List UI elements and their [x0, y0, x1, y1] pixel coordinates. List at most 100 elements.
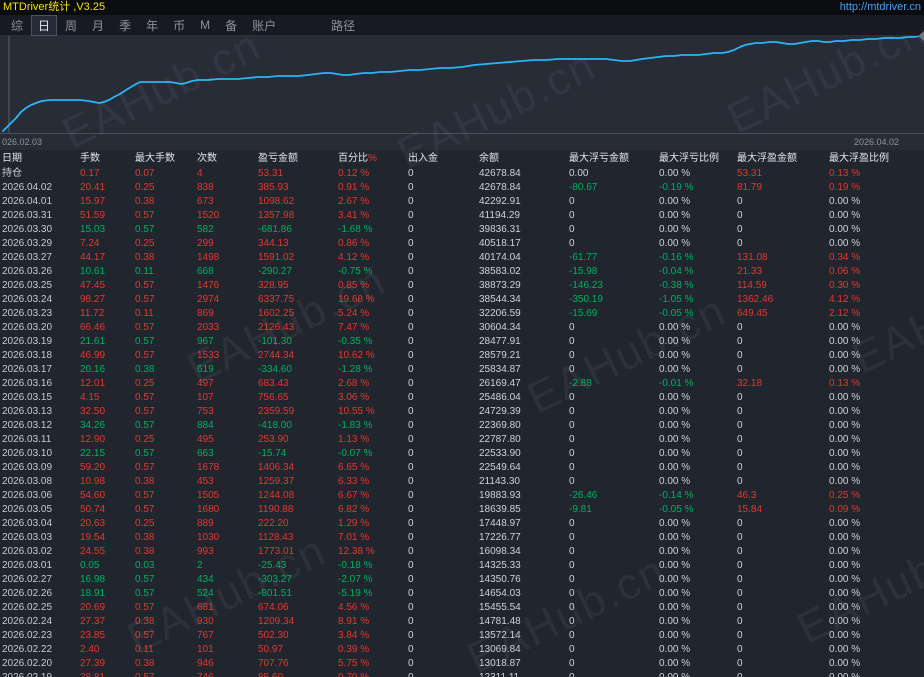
- count-cell: 1680: [197, 504, 220, 515]
- maxLots-cell: 0.57: [133, 671, 195, 677]
- table-row[interactable]: 2026.03.06 54.60 0.57 1505 1244.08 6.67 % 0 198…: [0, 489, 924, 503]
- table-row[interactable]: 2026.03.18 46.99 0.57 1533 2744.34 10.62 % 0 28…: [0, 349, 924, 363]
- pl-cell: 1209.34: [258, 616, 295, 627]
- date-cell: 2026.03.10: [2, 448, 53, 459]
- maxFloatProfitPct-cell: 0.00 %: [829, 420, 861, 431]
- table-row[interactable]: 2026.03.30 15.03 0.57 582 -681.86 -1.68 % 0 398…: [0, 223, 924, 237]
- pl-cell: 2126.43: [258, 322, 295, 333]
- column-header-2: 最大手数: [135, 153, 175, 164]
- maxFloatProfitPct-cell: 0.00 %: [829, 476, 861, 487]
- table-row[interactable]: 2026.02.23 23.85 0.57 767 502.30 3.84 % 0 13572…: [0, 629, 924, 643]
- menu-item-daily[interactable]: 日: [31, 14, 58, 36]
- count-cell: 668: [197, 266, 214, 277]
- maxFloatLossPct-cell: 0.00 %: [659, 616, 691, 627]
- table-row[interactable]: 2026.04.01 15.97 0.38 673 1098.62 2.67 % 0 4229…: [0, 195, 924, 209]
- maxFloatLoss-cell: 0: [569, 560, 575, 571]
- website-link[interactable]: http://mtdriver.cn: [840, 0, 921, 15]
- maxFloatLossPct-cell: 0.00 %: [659, 546, 691, 557]
- maxFloatProfit-cell: 131.08: [737, 252, 768, 263]
- maxFloatProfit-cell: 15.84: [737, 504, 763, 515]
- splitter-arrow-icon[interactable]: [918, 31, 924, 41]
- lots-cell: 21.61: [80, 336, 106, 347]
- menu-item-yearly[interactable]: 年: [139, 15, 165, 36]
- table-row[interactable]: 2026.02.20 27.39 0.38 946 707.76 5.75 % 0 13018…: [0, 657, 924, 671]
- maxFloatProfitPct-cell: 0.34 %: [829, 252, 861, 263]
- maxFloatProfit-cell: 0: [737, 350, 743, 361]
- balance-cell: 14350.76: [479, 574, 521, 585]
- table-row[interactable]: 2026.03.01 0.05 0.03 2 -25.43 -0.18 % 0 14325.3…: [0, 559, 924, 573]
- column-header-6: 出入金: [408, 153, 438, 164]
- table-row[interactable]: 2026.03.24 98.27 0.57 2974 6337.75 19.68 % 0 38…: [0, 293, 924, 307]
- table-row[interactable]: 2026.02.22 2.40 0.11 101 50.97 0.39 % 0 13069.8…: [0, 643, 924, 657]
- table-row[interactable]: 2026.03.20 66.46 0.57 2033 2126.43 7.47 % 0 306…: [0, 321, 924, 335]
- table-row[interactable]: 2026.03.26 10.61 0.11 668 -290.27 -0.75 % 0 385…: [0, 265, 924, 279]
- table-row[interactable]: 2026.02.26 18.91 0.57 524 -801.51 -5.19 % 0 146…: [0, 587, 924, 601]
- maxFloatLoss-cell: -15.69: [569, 308, 598, 319]
- menu-item-monthly[interactable]: 月: [85, 15, 111, 36]
- count-cell: 299: [197, 238, 214, 249]
- date-cell: 2026.03.03: [2, 532, 53, 543]
- maxLots-cell: 0.57: [135, 294, 155, 305]
- count-cell: 889: [197, 518, 214, 529]
- table-row[interactable]: 持仓 0.17 0.07 4 53.31 0.12 % 0 42678.84 0.00 0.00 …: [0, 167, 924, 181]
- table-row[interactable]: 2026.03.04 20.63 0.25 889 222.20 1.29 % 0 17448…: [0, 517, 924, 531]
- pct-cell: -0.35 %: [338, 336, 373, 347]
- table-row[interactable]: 2026.03.11 12.90 0.25 495 253.90 1.13 % 0 22787…: [0, 433, 924, 447]
- date-cell: 2026.02.19: [0, 671, 78, 677]
- date-cell: 2026.03.09: [2, 462, 53, 473]
- table-row[interactable]: 2026.03.05 50.74 0.57 1680 1190.88 6.82 % 0 186…: [0, 503, 924, 517]
- menu-item-currency[interactable]: 币: [166, 15, 192, 36]
- table-row[interactable]: 2026.03.12 34.26 0.57 884 -418.00 -1.83 % 0 223…: [0, 419, 924, 433]
- table-row[interactable]: 2026.03.08 10.98 0.38 453 1259.37 6.33 % 0 2114…: [0, 475, 924, 489]
- maxFloatLossPct-cell: 0.00 %: [659, 364, 691, 375]
- maxFloatProfit-cell: 0: [735, 671, 827, 677]
- maxLots-cell: 0.11: [135, 266, 154, 277]
- menu-item-summary[interactable]: 综: [4, 15, 30, 36]
- table-row[interactable]: 2026.03.09 59.20 0.57 1678 1406.34 6.65 % 0 225…: [0, 461, 924, 475]
- menu-item-quarterly[interactable]: 季: [112, 15, 138, 36]
- inout-cell: 0: [408, 602, 414, 613]
- maxFloatProfit-cell: 0: [737, 602, 743, 613]
- maxLots-cell: 0.57: [135, 588, 155, 599]
- inout-cell: 0: [408, 350, 414, 361]
- table-row[interactable]: 2026.03.31 51.59 0.57 1520 1357.98 3.41 % 0 411…: [0, 209, 924, 223]
- pl-cell: 253.90: [258, 434, 289, 445]
- table-row[interactable]: 2026.03.10 22.15 0.57 663 -15.74 -0.07 % 0 2253…: [0, 447, 924, 461]
- maxFloatLoss-cell: -146.23: [569, 280, 603, 291]
- table-row[interactable]: 2026.03.17 20.16 0.38 619 -334.60 -1.28 % 0 258…: [0, 363, 924, 377]
- maxLots-cell: 0.25: [135, 182, 155, 193]
- lots-cell: 44.17: [80, 252, 106, 263]
- table-row[interactable]: 2026.02.24 27.37 0.38 930 1209.34 8.91 % 0 1478…: [0, 615, 924, 629]
- pl-cell: 1244.08: [258, 490, 295, 501]
- table-row[interactable]: 2026.02.25 20.69 0.57 681 674.06 4.56 % 0 15455…: [0, 601, 924, 615]
- maxFloatLoss-cell: 0: [569, 434, 575, 445]
- table-row[interactable]: 2026.03.13 32.50 0.57 753 2359.59 10.55 % 0 247…: [0, 405, 924, 419]
- maxFloatLoss-cell: 0: [569, 532, 575, 543]
- balance-cell: 41194.29: [479, 210, 520, 221]
- table-row[interactable]: 2026.03.02 24.55 0.38 993 1773.01 12.38 % 0 160…: [0, 545, 924, 559]
- table-row[interactable]: 2026.03.19 21.61 0.57 967 -101.30 -0.35 % 0 284…: [0, 335, 924, 349]
- menu-item-account[interactable]: 账户: [245, 15, 283, 36]
- menu-item-note[interactable]: 备: [218, 15, 244, 36]
- table-row[interactable]: 2026.02.27 16.98 0.57 434 -303.27 -2.07 % 0 143…: [0, 573, 924, 587]
- maxFloatProfitPct-cell: 0.00 %: [829, 588, 861, 599]
- table-row[interactable]: 2026.03.15 4.15 0.57 107 756.65 3.06 % 0 25486.…: [0, 391, 924, 405]
- table-row[interactable]: 2026.03.16 12.01 0.25 497 683.43 2.68 % 0 26169…: [0, 377, 924, 391]
- menu-item-weekly[interactable]: 周: [58, 15, 84, 36]
- lots-cell: 59.20: [80, 462, 106, 473]
- maxFloatProfit-cell: 0: [737, 224, 743, 235]
- table-row[interactable]: 2026.03.29 7.24 0.25 299 344.13 0.86 % 0 40518.…: [0, 237, 924, 251]
- menu-item-path[interactable]: 路径: [324, 15, 362, 36]
- maxFloatProfit-cell: 0: [737, 322, 743, 333]
- table-row[interactable]: 2026.03.03 19.54 0.38 1030 1128.43 7.01 % 0 172…: [0, 531, 924, 545]
- table-row[interactable]: 2026.03.23 11.72 0.11 869 1602.25 5.24 % 0 3220…: [0, 307, 924, 321]
- table-row[interactable]: 2026.03.25 47.45 0.57 1476 328.95 0.85 % 0 3887…: [0, 279, 924, 293]
- menu-item-m[interactable]: M: [193, 16, 217, 34]
- pct-cell: 4.56 %: [338, 602, 370, 613]
- maxFloatLoss-cell: 0: [569, 210, 575, 221]
- table-row[interactable]: 2026.02.1928.810.5774685.600.70 %012311.…: [0, 671, 924, 677]
- table-row[interactable]: 2026.03.27 44.17 0.38 1498 1591.02 4.12 % 0 401…: [0, 251, 924, 265]
- table-row[interactable]: 2026.04.02 20.41 0.25 838 385.93 0.91 % 0 42678…: [0, 181, 924, 195]
- maxLots-cell: 0.57: [135, 322, 155, 333]
- pct-cell: -5.19 %: [338, 588, 373, 599]
